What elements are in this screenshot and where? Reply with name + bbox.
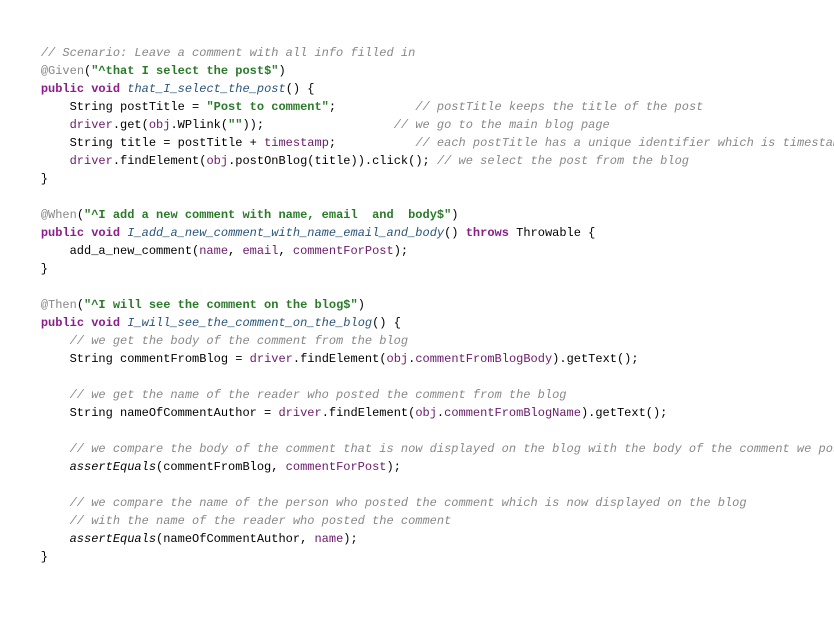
var: nameOfCommentAuthor	[120, 406, 257, 420]
line: assertEquals(nameOfCommentAuthor, name);	[12, 532, 358, 546]
method-name: that_I_select_the_post	[127, 82, 285, 96]
line: @When("^I add a new comment with name, e…	[12, 208, 459, 222]
field: obj	[206, 154, 228, 168]
type: Throwable	[516, 226, 581, 240]
comment: // we get the name of the reader who pos…	[70, 388, 567, 402]
call: postOnBlog	[235, 154, 307, 168]
blank-line	[12, 280, 19, 294]
var: postTitle	[120, 100, 185, 114]
annotation: @Then	[41, 298, 77, 312]
field: obj	[387, 352, 409, 366]
code-block: // Scenario: Leave a comment with all in…	[12, 44, 822, 566]
comment: // Scenario: Leave a comment with all in…	[41, 46, 415, 60]
call: getText	[595, 406, 645, 420]
line: add_a_new_comment(name, email, commentFo…	[12, 244, 408, 258]
call: assertEquals	[70, 532, 156, 546]
field: obj	[149, 118, 171, 132]
line: public void that_I_select_the_post() {	[12, 82, 315, 96]
line: @Given("^that I select the post$")	[12, 64, 286, 78]
line: driver.get(obj.WPlink("")); // we go to …	[12, 118, 610, 132]
blank-line	[12, 370, 19, 384]
field: driver	[278, 406, 321, 420]
field: driver	[70, 154, 113, 168]
line: String title = postTitle + timestamp; //…	[12, 136, 834, 150]
method-name: I_add_a_new_comment_with_name_email_and_…	[127, 226, 444, 240]
blank-line	[12, 478, 19, 492]
var: title	[120, 136, 156, 150]
field: email	[242, 244, 278, 258]
keyword: void	[91, 226, 120, 240]
annotation: @When	[41, 208, 77, 222]
line: public void I_will_see_the_comment_on_th…	[12, 316, 401, 330]
comment: // we compare the body of the comment th…	[70, 442, 834, 456]
var: commentFromBlog	[120, 352, 228, 366]
line: }	[12, 550, 48, 564]
line: // we compare the name of the person who…	[12, 496, 747, 510]
keyword: void	[91, 316, 120, 330]
keyword: throws	[466, 226, 509, 240]
keyword: public	[41, 82, 84, 96]
type: String	[70, 406, 113, 420]
type: String	[70, 352, 113, 366]
keyword: public	[41, 226, 84, 240]
comment: // each postTitle has a unique identifie…	[415, 136, 834, 150]
call: getText	[567, 352, 617, 366]
field: name	[199, 244, 228, 258]
field: driver	[250, 352, 293, 366]
method-name: I_will_see_the_comment_on_the_blog	[127, 316, 372, 330]
line: }	[12, 262, 48, 276]
keyword: public	[41, 316, 84, 330]
type: String	[70, 136, 113, 150]
line: public void I_add_a_new_comment_with_nam…	[12, 226, 595, 240]
field: commentFromBlogName	[444, 406, 581, 420]
call: click	[372, 154, 408, 168]
string: "^I will see the comment on the blog$"	[84, 298, 358, 312]
comment: // we compare the name of the person who…	[70, 496, 747, 510]
line: String nameOfCommentAuthor = driver.find…	[12, 406, 667, 420]
keyword: void	[91, 82, 120, 96]
var: commentFromBlog	[163, 460, 271, 474]
var: title	[314, 154, 350, 168]
comment: // we get the body of the comment from t…	[70, 334, 408, 348]
line: }	[12, 172, 48, 186]
comment: // with the name of the reader who poste…	[70, 514, 452, 528]
var: nameOfCommentAuthor	[163, 532, 300, 546]
comment: // we select the post from the blog	[437, 154, 689, 168]
field: driver	[70, 118, 113, 132]
comment: // postTitle keeps the title of the post	[415, 100, 703, 114]
call: findElement	[329, 406, 408, 420]
var: postTitle	[178, 136, 243, 150]
blank-line	[12, 424, 19, 438]
comment: // we go to the main blog page	[394, 118, 610, 132]
line: // with the name of the reader who poste…	[12, 514, 451, 528]
line: @Then("^I will see the comment on the bl…	[12, 298, 365, 312]
line: driver.findElement(obj.postOnBlog(title)…	[12, 154, 689, 168]
call: assertEquals	[70, 460, 156, 474]
string: "Post to comment"	[206, 100, 328, 114]
field: commentFromBlogBody	[415, 352, 552, 366]
field: commentForPost	[293, 244, 394, 258]
field: commentForPost	[286, 460, 387, 474]
field: name	[314, 532, 343, 546]
call: findElement	[120, 154, 199, 168]
string: "^that I select the post$"	[91, 64, 278, 78]
call: WPlink	[178, 118, 221, 132]
line: String postTitle = "Post to comment"; //…	[12, 100, 703, 114]
string: "^I add a new comment with name, email a…	[84, 208, 451, 222]
call: get	[120, 118, 142, 132]
line: String commentFromBlog = driver.findElem…	[12, 352, 639, 366]
line: // we get the name of the reader who pos…	[12, 388, 567, 402]
field: obj	[415, 406, 437, 420]
field: timestamp	[264, 136, 329, 150]
call: add_a_new_comment	[70, 244, 192, 258]
string: ""	[228, 118, 242, 132]
line: // we compare the body of the comment th…	[12, 442, 834, 456]
line: assertEquals(commentFromBlog, commentFor…	[12, 460, 401, 474]
line: // Scenario: Leave a comment with all in…	[12, 46, 415, 60]
call: findElement	[300, 352, 379, 366]
blank-line	[12, 190, 19, 204]
line: // we get the body of the comment from t…	[12, 334, 408, 348]
type: String	[70, 100, 113, 114]
annotation: @Given	[41, 64, 84, 78]
